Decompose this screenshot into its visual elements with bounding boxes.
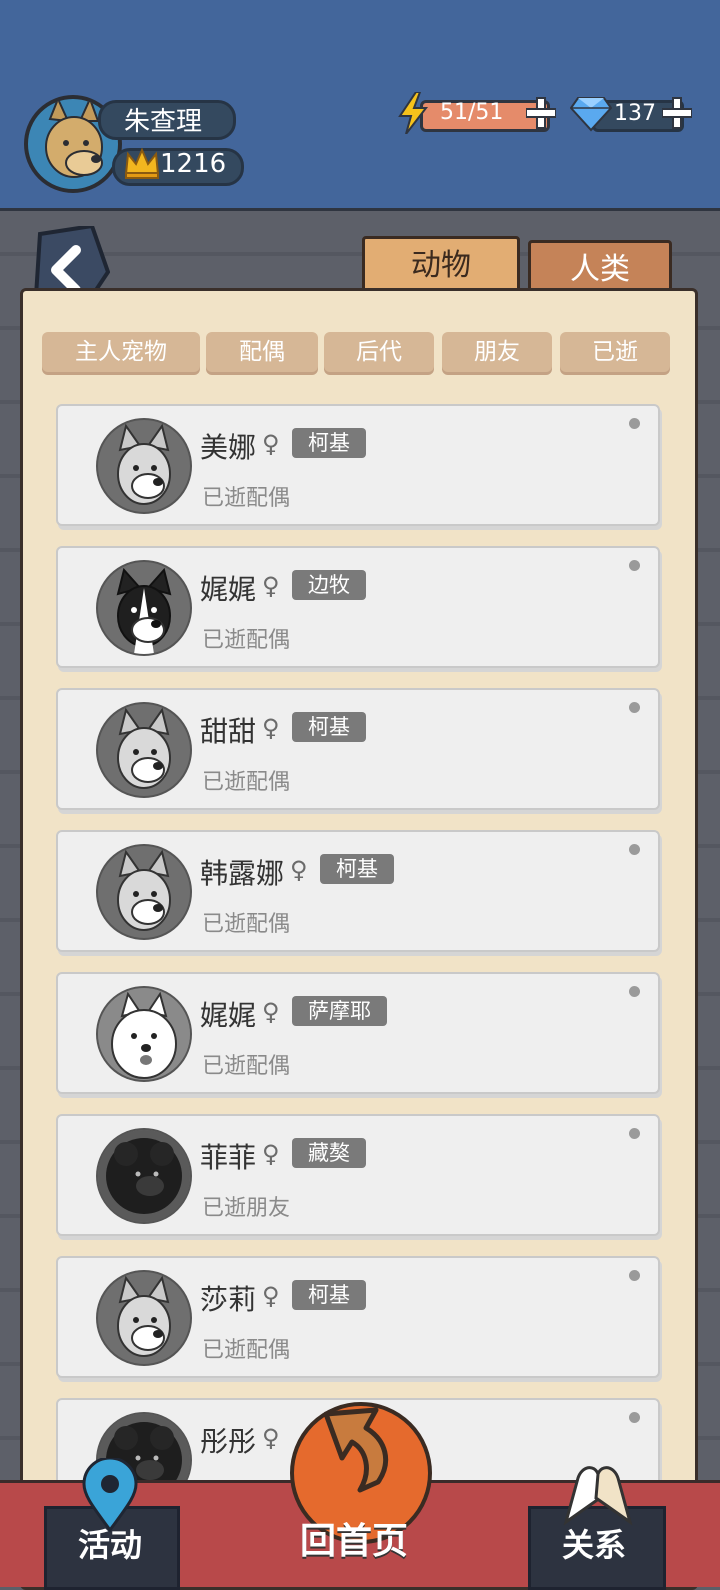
- relation-status: 已逝配偶: [202, 486, 291, 511]
- home-label[interactable]: 回首页: [300, 1512, 408, 1564]
- female-icon: ♀: [262, 1424, 280, 1452]
- breed-badge: 柯基: [320, 854, 394, 884]
- energy-value: 51/51: [440, 100, 504, 125]
- female-icon: ♀: [262, 1282, 280, 1310]
- relation-status: 已逝配偶: [202, 1054, 291, 1079]
- handshake-icon: [563, 1466, 633, 1526]
- subtab-spouse[interactable]: 配偶: [206, 332, 318, 372]
- player-score: 1216: [160, 149, 227, 179]
- breed-badge: 柯基: [292, 1280, 366, 1310]
- card-dot: [629, 560, 640, 571]
- lightning-icon: [398, 92, 429, 134]
- female-icon: ♀: [290, 856, 308, 884]
- breed-badge: 柯基: [292, 428, 366, 458]
- female-icon: ♀: [262, 430, 280, 458]
- add-gems-button[interactable]: [662, 96, 692, 130]
- pet-name: 韩露娜: [200, 857, 285, 890]
- relation-status: 已逝配偶: [202, 1338, 291, 1363]
- crown-icon: [124, 147, 160, 179]
- subtab-friends[interactable]: 朋友: [442, 332, 552, 372]
- breed-badge: 柯基: [292, 712, 366, 742]
- subtab-offspring[interactable]: 后代: [324, 332, 434, 372]
- player-name: 朱查理: [124, 107, 203, 137]
- breed-badge: 萨摩耶: [292, 996, 387, 1026]
- return-arrow-icon: [323, 1407, 389, 1493]
- gem-count: 137: [614, 101, 656, 126]
- female-icon: ♀: [262, 998, 280, 1026]
- corgi-portrait-icon: [96, 418, 192, 514]
- breed-badge: 藏獒: [292, 1138, 366, 1168]
- relation-status: 已逝配偶: [202, 770, 291, 795]
- female-icon: ♀: [262, 714, 280, 742]
- card-dot: [629, 418, 640, 429]
- breed-badge: 边牧: [292, 570, 366, 600]
- add-energy-button[interactable]: [526, 96, 556, 130]
- card-dot: [629, 1270, 640, 1281]
- card-dot: [629, 702, 640, 713]
- relations-label[interactable]: 关系: [562, 1520, 626, 1566]
- subtab-owner-pet[interactable]: 主人宠物: [42, 332, 200, 372]
- relation-card[interactable]: 美娜 ♀ 柯基 已逝配偶: [56, 404, 660, 526]
- corgi-portrait-icon: [96, 1270, 192, 1366]
- samoyed-portrait-icon: [96, 986, 192, 1082]
- pet-name: 莎莉: [200, 1283, 257, 1316]
- relation-card[interactable]: 甜甜 ♀ 柯基 已逝配偶: [56, 688, 660, 810]
- relation-status: 已逝配偶: [202, 912, 291, 937]
- activity-label[interactable]: 活动: [78, 1520, 142, 1566]
- pet-name: 娓娓: [200, 573, 257, 606]
- card-dot: [629, 986, 640, 997]
- card-dot: [629, 1128, 640, 1139]
- relation-card[interactable]: 娓娓 ♀ 边牧 已逝配偶: [56, 546, 660, 668]
- pet-name: 彤彤: [200, 1425, 257, 1458]
- pet-name: 甜甜: [200, 715, 257, 748]
- relation-card[interactable]: 韩露娜 ♀ 柯基 已逝配偶: [56, 830, 660, 952]
- pet-name: 娓娓: [200, 999, 257, 1032]
- pet-name: 菲菲: [200, 1141, 257, 1174]
- relation-card[interactable]: 娓娓 ♀ 萨摩耶 已逝配偶: [56, 972, 660, 1094]
- female-icon: ♀: [262, 1140, 280, 1168]
- relation-card[interactable]: 莎莉 ♀ 柯基 已逝配偶: [56, 1256, 660, 1378]
- relation-status: 已逝配偶: [202, 628, 291, 653]
- border-collie-portrait-icon: [96, 560, 192, 656]
- tab-animals[interactable]: 动物: [362, 236, 520, 296]
- pet-name: 美娜: [200, 431, 257, 464]
- corgi-portrait-icon: [96, 844, 192, 940]
- female-icon: ♀: [262, 572, 280, 600]
- subtab-deceased[interactable]: 已逝: [560, 332, 670, 372]
- relation-status: 已逝朋友: [202, 1196, 291, 1221]
- card-dot: [629, 1412, 640, 1423]
- tibetan-mastiff-portrait-icon: [96, 1128, 192, 1224]
- relation-card[interactable]: 菲菲 ♀ 藏獒 已逝朋友: [56, 1114, 660, 1236]
- corgi-portrait-icon: [96, 702, 192, 798]
- card-dot: [629, 844, 640, 855]
- diamond-icon: [570, 97, 612, 132]
